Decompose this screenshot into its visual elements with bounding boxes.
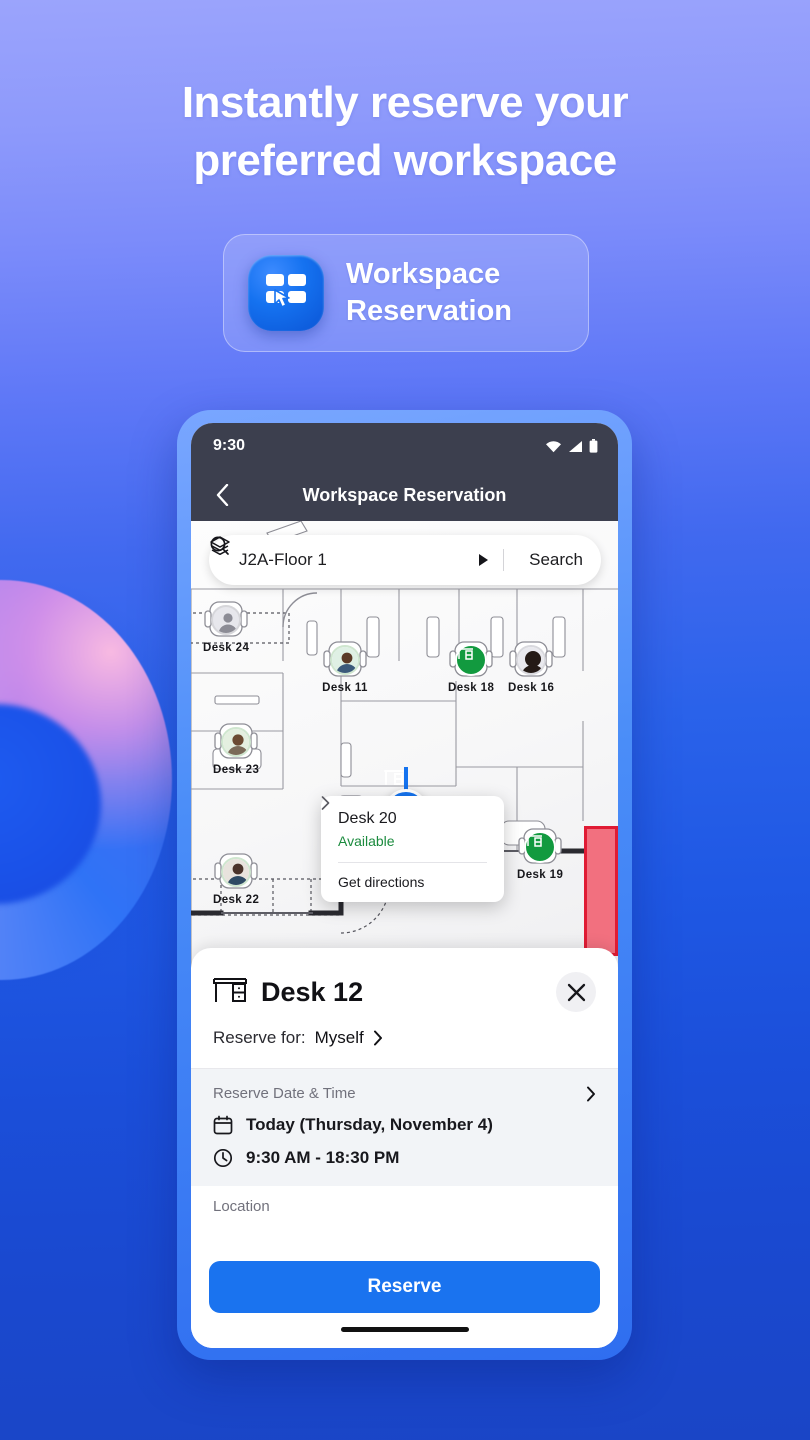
desk-label: Desk 18 xyxy=(448,682,495,694)
reserve-time-value: 9:30 AM - 18:30 PM xyxy=(246,1148,400,1167)
restricted-zone xyxy=(584,826,618,956)
badge-title: Workspace Reservation xyxy=(346,256,512,329)
desk-label: Desk 16 xyxy=(508,682,555,694)
photo-avatar xyxy=(330,645,360,675)
floor-selector-label[interactable]: J2A-Floor 1 xyxy=(239,550,479,570)
desk-label: Desk 19 xyxy=(517,869,564,881)
desk-marker-19[interactable]: Desk 19 xyxy=(517,826,563,881)
chevron-right-icon xyxy=(587,1086,595,1101)
seat-chair-icon xyxy=(508,639,554,683)
desk-label: Desk 23 xyxy=(213,764,260,776)
chevron-right-icon xyxy=(373,1030,382,1046)
reserve-button[interactable]: Reserve xyxy=(209,1261,600,1313)
clock-icon xyxy=(213,1148,233,1168)
photo-avatar xyxy=(221,727,252,757)
location-label: Location xyxy=(213,1198,270,1215)
available-desk-icon xyxy=(524,831,557,863)
reserve-date-row: Today (Thursday, November 4) xyxy=(213,1115,596,1135)
chevron-right-icon xyxy=(321,796,330,810)
desk-marker-18[interactable]: Desk 18 xyxy=(448,639,494,694)
phone-frame: 9:30 Workspace Reservation J2A-Floor 1 S… xyxy=(177,410,632,1360)
status-time: 9:30 xyxy=(213,437,246,454)
decorative-torus xyxy=(0,550,212,1020)
generic-user-avatar xyxy=(211,605,242,635)
seat-chair-icon xyxy=(448,639,494,683)
tooltip-divider xyxy=(338,862,487,863)
feature-badge: Workspace Reservation xyxy=(223,234,589,352)
map-search-bar[interactable]: J2A-Floor 1 Search xyxy=(209,535,601,585)
seat-chair-icon xyxy=(213,721,259,765)
desk-label: Desk 11 xyxy=(322,682,368,694)
cta-container: Reserve xyxy=(191,1249,618,1348)
tooltip-title: Desk 20 xyxy=(338,810,397,827)
desk-label: Desk 22 xyxy=(213,894,260,906)
triangle-right-icon[interactable] xyxy=(479,554,489,566)
app-bar-title: Workspace Reservation xyxy=(302,484,507,505)
calendar-icon xyxy=(213,1115,233,1135)
sheet-title: Desk 12 xyxy=(261,976,364,1007)
search-divider xyxy=(503,549,505,571)
seat-chair-icon xyxy=(213,851,259,895)
reserve-datetime-label: Reserve Date & Time xyxy=(213,1085,356,1102)
headline-line-2: preferred workspace xyxy=(193,136,617,186)
reserve-for-row[interactable]: Reserve for: Myself xyxy=(191,1012,618,1068)
available-desk-icon xyxy=(455,644,488,676)
reserve-date-value: Today (Thursday, November 4) xyxy=(246,1115,493,1134)
reserve-datetime-block[interactable]: Reserve Date & Time Today (Thursday, Nov… xyxy=(191,1069,618,1186)
floor-map[interactable]: J2A-Floor 1 Search Desk 24 Desk 11 Desk … xyxy=(191,521,618,973)
reserve-for-value: Myself xyxy=(314,1028,364,1047)
get-directions-label: Get directions xyxy=(338,874,425,890)
seat-chair-icon xyxy=(203,599,249,643)
desk-icon xyxy=(213,976,247,1009)
sheet-header: Desk 12 xyxy=(191,948,618,1012)
desk-label: Desk 24 xyxy=(203,642,250,654)
status-icons xyxy=(545,439,598,453)
app-bar: Workspace Reservation xyxy=(191,469,618,521)
workspace-grid-cursor-icon xyxy=(248,255,324,331)
badge-title-line-1: Workspace xyxy=(346,258,501,291)
desk-marker-24[interactable]: Desk 24 xyxy=(203,599,249,654)
status-bar: 9:30 xyxy=(191,423,618,469)
desk-marker-22[interactable]: Desk 22 xyxy=(213,851,259,906)
hero-headline: Instantly reserve your preferred workspa… xyxy=(0,74,810,190)
seat-chair-icon xyxy=(517,826,563,870)
close-icon[interactable] xyxy=(556,972,596,1012)
home-indicator xyxy=(340,1327,469,1332)
back-chevron-icon[interactable] xyxy=(209,482,235,508)
photo-avatar xyxy=(221,857,252,887)
reserve-datetime-header[interactable]: Reserve Date & Time xyxy=(213,1085,596,1102)
battery-icon xyxy=(589,439,598,453)
phone-screen: 9:30 Workspace Reservation J2A-Floor 1 S… xyxy=(191,423,618,1348)
desk-tooltip[interactable]: Desk 20 Available Get directions xyxy=(321,796,504,902)
desk-marker-23[interactable]: Desk 23 xyxy=(213,721,259,776)
wifi-icon xyxy=(546,440,561,452)
cellular-signal-icon xyxy=(569,440,582,452)
photo-avatar-dark xyxy=(516,645,547,675)
search-input[interactable]: Search xyxy=(529,550,583,570)
desk-detail-sheet: Desk 12 Reserve for: Myself Reserve Date… xyxy=(191,948,618,1348)
desk-marker-11[interactable]: Desk 11 xyxy=(322,639,368,694)
desk-marker-16[interactable]: Desk 16 xyxy=(508,639,554,694)
get-directions-button[interactable]: Get directions xyxy=(321,796,487,890)
badge-title-line-2: Reservation xyxy=(346,295,513,327)
headline-line-1: Instantly reserve your xyxy=(181,78,629,127)
tooltip-status: Available xyxy=(338,833,395,849)
seat-chair-icon xyxy=(322,639,368,683)
reserve-time-row: 9:30 AM - 18:30 PM xyxy=(213,1148,596,1168)
reserve-for-label: Reserve for: xyxy=(213,1028,306,1047)
